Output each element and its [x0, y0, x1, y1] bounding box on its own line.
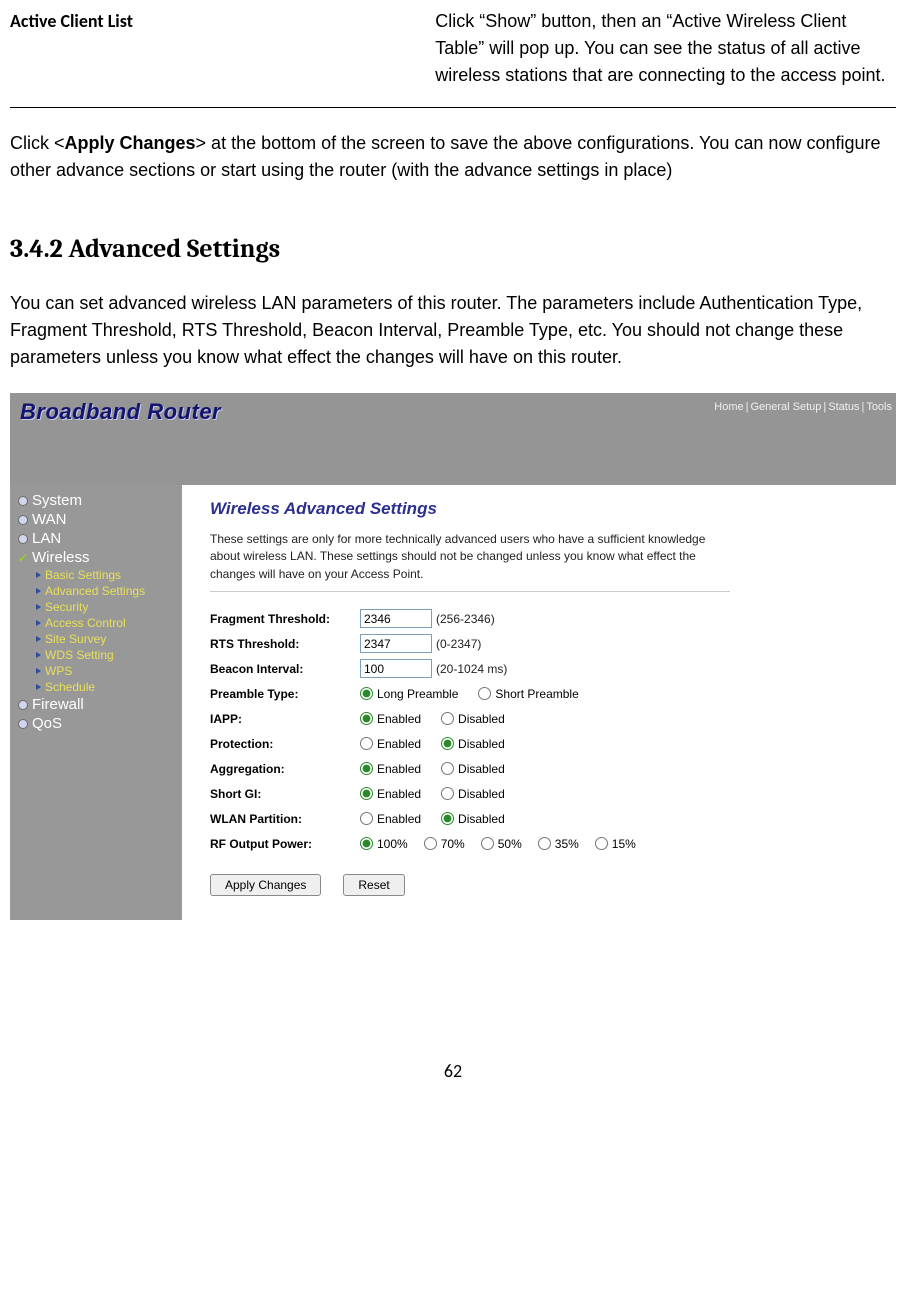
apply-pre: Click < — [10, 133, 65, 153]
wlanpart-disabled[interactable]: Disabled — [441, 812, 505, 826]
preamble-long[interactable]: Long Preamble — [360, 687, 458, 701]
sidebar-item-qos[interactable]: QoS — [10, 714, 182, 733]
rts-hint: (0-2347) — [432, 637, 481, 651]
rf-15[interactable]: 15% — [595, 837, 636, 851]
preamble-label: Preamble Type: — [210, 687, 360, 701]
divider — [10, 107, 896, 108]
page-number: 62 — [10, 1060, 896, 1102]
sidebar-sub-security[interactable]: Security — [36, 599, 182, 615]
sidebar-item-firewall[interactable]: Firewall — [10, 695, 182, 714]
param-label: Active Client List — [10, 8, 435, 107]
iapp-enabled[interactable]: Enabled — [360, 712, 421, 726]
arrow-icon — [36, 588, 41, 594]
apply-changes-button[interactable]: Apply Changes — [210, 874, 321, 896]
arrow-icon — [36, 604, 41, 610]
wlanpart-label: WLAN Partition: — [210, 812, 360, 826]
router-header: Broadband Router Home|General Setup|Stat… — [10, 393, 896, 485]
aggregation-disabled[interactable]: Disabled — [441, 762, 505, 776]
check-icon: ✓ — [18, 553, 28, 563]
bullet-icon — [18, 700, 28, 710]
bullet-icon — [18, 534, 28, 544]
nav-status[interactable]: Status — [828, 401, 859, 413]
frag-input[interactable] — [360, 609, 432, 628]
frag-label: Fragment Threshold: — [210, 612, 360, 626]
nav-general-setup[interactable]: General Setup — [750, 401, 821, 413]
frag-hint: (256-2346) — [432, 612, 495, 626]
beacon-input[interactable] — [360, 659, 432, 678]
iapp-disabled[interactable]: Disabled — [441, 712, 505, 726]
aggregation-enabled[interactable]: Enabled — [360, 762, 421, 776]
rts-label: RTS Threshold: — [210, 637, 360, 651]
param-desc: Click “Show” button, then an “Active Wir… — [435, 8, 896, 107]
param-table: Active Client List Click “Show” button, … — [10, 8, 896, 107]
arrow-icon — [36, 636, 41, 642]
shortgi-enabled[interactable]: Enabled — [360, 787, 421, 801]
nav-tools[interactable]: Tools — [866, 401, 892, 413]
aggregation-label: Aggregation: — [210, 762, 360, 776]
apply-bold: Apply Changes — [65, 133, 196, 153]
sidebar-sub-schedule[interactable]: Schedule — [36, 679, 182, 695]
arrow-icon — [36, 620, 41, 626]
wlanpart-enabled[interactable]: Enabled — [360, 812, 421, 826]
apply-paragraph: Click <Apply Changes> at the bottom of t… — [10, 130, 896, 184]
sidebar-sub-access-control[interactable]: Access Control — [36, 615, 182, 631]
rf-100[interactable]: 100% — [360, 837, 408, 851]
protection-disabled[interactable]: Disabled — [441, 737, 505, 751]
router-nav-links: Home|General Setup|Status|Tools — [714, 399, 892, 413]
protection-label: Protection: — [210, 737, 360, 751]
reset-button[interactable]: Reset — [343, 874, 404, 896]
rf-50[interactable]: 50% — [481, 837, 522, 851]
sidebar-sub-advanced-settings[interactable]: Advanced Settings — [36, 583, 182, 599]
beacon-label: Beacon Interval: — [210, 662, 360, 676]
arrow-icon — [36, 652, 41, 658]
rf-70[interactable]: 70% — [424, 837, 465, 851]
bullet-icon — [18, 719, 28, 729]
arrow-icon — [36, 572, 41, 578]
preamble-short[interactable]: Short Preamble — [478, 687, 578, 701]
sidebar-item-lan[interactable]: LAN — [10, 529, 182, 548]
sidebar-item-wan[interactable]: WAN — [10, 510, 182, 529]
rts-input[interactable] — [360, 634, 432, 653]
arrow-icon — [36, 668, 41, 674]
section-intro: You can set advanced wireless LAN parame… — [10, 290, 896, 371]
sidebar-sub-site-survey[interactable]: Site Survey — [36, 631, 182, 647]
arrow-icon — [36, 684, 41, 690]
panel-title: Wireless Advanced Settings — [210, 499, 878, 519]
router-ui: Broadband Router Home|General Setup|Stat… — [10, 393, 896, 920]
iapp-label: IAPP: — [210, 712, 360, 726]
protection-enabled[interactable]: Enabled — [360, 737, 421, 751]
sidebar-sub-wds-setting[interactable]: WDS Setting — [36, 647, 182, 663]
shortgi-disabled[interactable]: Disabled — [441, 787, 505, 801]
rf-35[interactable]: 35% — [538, 837, 579, 851]
wireless-form: Fragment Threshold: (256-2346) RTS Thres… — [210, 606, 878, 896]
sidebar-sub-basic-settings[interactable]: Basic Settings — [36, 567, 182, 583]
router-brand: Broadband Router — [20, 399, 221, 425]
shortgi-label: Short GI: — [210, 787, 360, 801]
router-sidebar: System WAN LAN ✓Wireless Basic Settings … — [10, 485, 182, 920]
bullet-icon — [18, 496, 28, 506]
sidebar-item-wireless[interactable]: ✓Wireless — [10, 548, 182, 567]
nav-home[interactable]: Home — [714, 401, 743, 413]
beacon-hint: (20-1024 ms) — [432, 662, 507, 676]
rf-label: RF Output Power: — [210, 837, 360, 851]
section-heading: 3.4.2 Advanced Settings — [10, 234, 896, 264]
router-main: Wireless Advanced Settings These setting… — [182, 485, 896, 920]
bullet-icon — [18, 515, 28, 525]
panel-desc: These settings are only for more technic… — [210, 531, 730, 592]
sidebar-item-system[interactable]: System — [10, 491, 182, 510]
sidebar-sub-wps[interactable]: WPS — [36, 663, 182, 679]
